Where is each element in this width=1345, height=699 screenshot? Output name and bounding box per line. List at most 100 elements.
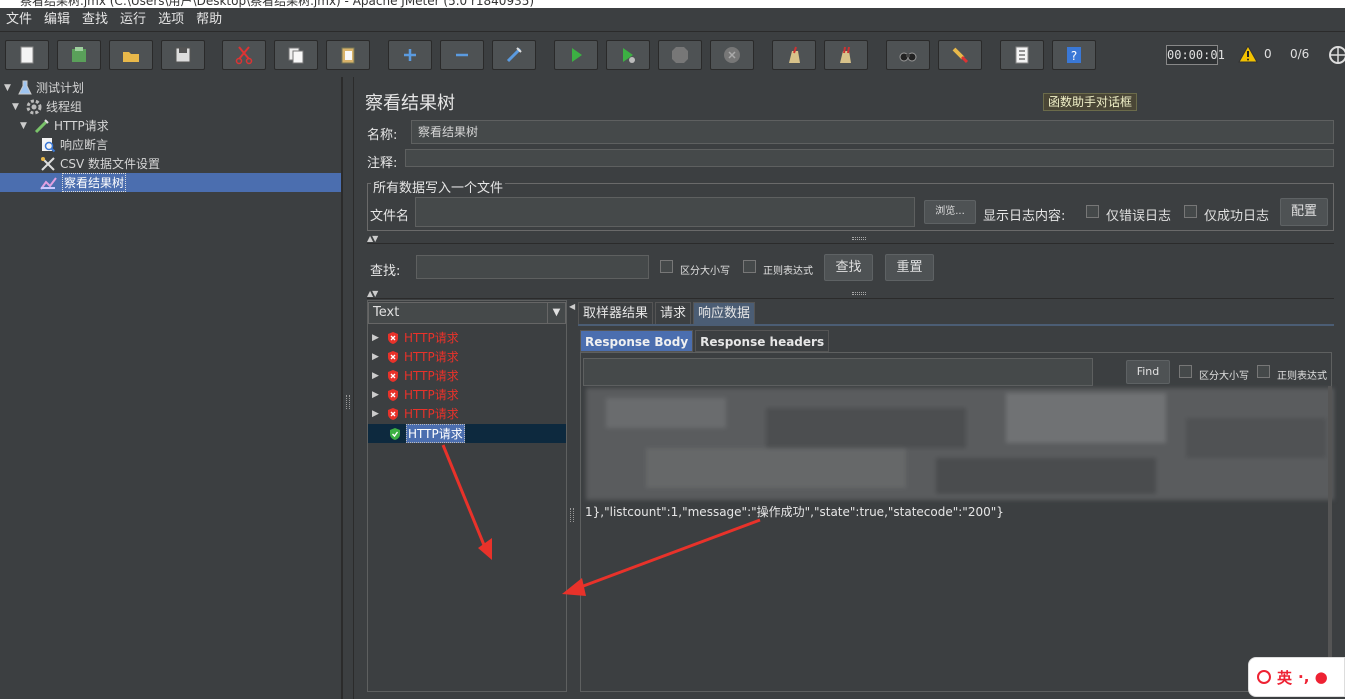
reset-search-icon xyxy=(952,47,969,64)
menu-help[interactable]: 帮助 xyxy=(190,8,228,32)
expand-arrow[interactable]: ▼ xyxy=(20,121,30,131)
tree-item-test-plan[interactable]: ▼ 测试计划 xyxy=(4,78,84,97)
success-only-checkbox[interactable] xyxy=(1184,205,1197,218)
results-splitter[interactable] xyxy=(567,300,577,692)
search-button[interactable] xyxy=(886,40,930,70)
collapse-all-button[interactable] xyxy=(440,40,484,70)
response-subtabs: Response Body Response headers xyxy=(580,330,831,352)
expand-arrow[interactable]: ▶ xyxy=(372,390,382,400)
tree-item-csv-data-set[interactable]: CSV 数据文件设置 xyxy=(40,154,160,173)
save-icon xyxy=(175,47,191,63)
result-item[interactable]: ▶ HTTP请求 xyxy=(372,347,459,366)
expand-arrow[interactable]: ▶ xyxy=(372,352,382,362)
panel-title: 察看结果树 xyxy=(365,93,455,114)
start-button[interactable] xyxy=(554,40,598,70)
response-regex-label: 正则表达式 xyxy=(1277,371,1327,382)
name-input[interactable]: 察看结果树 xyxy=(411,120,1334,144)
tab-response-headers[interactable]: Response headers xyxy=(695,330,830,352)
stop-button[interactable] xyxy=(658,40,702,70)
dropdown-arrow-icon[interactable]: ▼ xyxy=(547,303,565,323)
expand-all-button[interactable] xyxy=(388,40,432,70)
function-helper-button[interactable] xyxy=(1000,40,1044,70)
result-item-selected[interactable]: HTTP请求 xyxy=(368,424,566,443)
clear-all-button[interactable] xyxy=(824,40,868,70)
svg-text:?: ? xyxy=(1071,49,1077,63)
tab-request[interactable]: 请求 xyxy=(655,302,692,324)
search-case-checkbox[interactable] xyxy=(660,260,673,273)
splitter-grip xyxy=(570,508,574,522)
expand-arrow[interactable]: ▼ xyxy=(12,102,22,112)
warning-indicator[interactable]: 0 xyxy=(1238,45,1272,63)
menu-file[interactable]: 文件 xyxy=(0,8,38,32)
menu-run[interactable]: 运行 xyxy=(114,8,152,32)
expand-icon xyxy=(404,49,416,61)
save-button[interactable] xyxy=(161,40,205,70)
tab-response-data[interactable]: 响应数据 xyxy=(693,302,756,324)
templates-button[interactable] xyxy=(57,40,101,70)
copy-icon xyxy=(288,47,304,64)
result-item[interactable]: ▶ HTTP请求 xyxy=(372,385,459,404)
menu-search[interactable]: 查找 xyxy=(76,8,114,32)
browse-button[interactable]: 浏览... xyxy=(924,200,976,224)
tree-item-view-results-tree[interactable]: 察看结果树 xyxy=(0,173,341,192)
menu-options[interactable]: 选项 xyxy=(152,8,190,32)
cut-button[interactable] xyxy=(222,40,266,70)
result-item[interactable]: ▶ HTTP请求 xyxy=(372,328,459,347)
search-case-label: 区分大小写 xyxy=(680,266,730,277)
open-icon xyxy=(123,52,139,62)
response-regex-checkbox[interactable] xyxy=(1257,365,1270,378)
stop-icon xyxy=(672,47,688,63)
reset-search-button[interactable] xyxy=(938,40,982,70)
menu-edit[interactable]: 编辑 xyxy=(38,8,76,32)
find-button[interactable]: 查找 xyxy=(824,254,873,281)
result-item[interactable]: ▶ HTTP请求 xyxy=(372,404,459,423)
search-input[interactable] xyxy=(416,255,649,279)
response-body-text: 1},"listcount":1,"message":"操作成功","state… xyxy=(585,505,1004,519)
copy-button[interactable] xyxy=(274,40,318,70)
tab-sampler-result[interactable]: 取样器结果 xyxy=(578,302,654,324)
ime-symbols[interactable]: ·, ● xyxy=(1298,668,1328,686)
search-regex-checkbox[interactable] xyxy=(743,260,756,273)
comment-input[interactable] xyxy=(405,149,1334,167)
response-find-button[interactable]: Find xyxy=(1126,360,1170,384)
response-find-input[interactable] xyxy=(583,358,1093,386)
result-item[interactable]: ▶ HTTP请求 xyxy=(372,366,459,385)
shutdown-button[interactable] xyxy=(710,40,754,70)
paste-button[interactable] xyxy=(326,40,370,70)
help-button[interactable]: ? xyxy=(1052,40,1096,70)
start-no-pauses-button[interactable] xyxy=(606,40,650,70)
filename-label: 文件名 xyxy=(370,209,410,224)
new-button[interactable] xyxy=(5,40,49,70)
test-plan-icon xyxy=(18,80,32,94)
response-scrollbar[interactable] xyxy=(1328,386,1332,691)
cut-icon xyxy=(235,46,253,65)
expand-arrow[interactable]: ▶ xyxy=(372,333,382,343)
log-display-label: 显示日志内容: xyxy=(983,209,1066,224)
renderer-select[interactable]: Text ▼ xyxy=(368,302,566,324)
menu-bar: 文件 编辑 查找 运行 选项 帮助 xyxy=(0,8,1345,32)
tree-item-response-assertion[interactable]: 响应断言 xyxy=(40,135,108,154)
main-splitter[interactable] xyxy=(342,77,354,699)
expand-arrow[interactable]: ▶ xyxy=(372,409,382,419)
tab-response-body[interactable]: Response Body xyxy=(580,330,694,352)
function-helper-icon xyxy=(1015,46,1029,64)
configure-button[interactable]: 配置 xyxy=(1280,198,1328,226)
search-label: 查找: xyxy=(370,264,401,279)
open-button[interactable] xyxy=(109,40,153,70)
errors-only-checkbox[interactable] xyxy=(1086,205,1099,218)
tree-item-http-request[interactable]: ▼ HTTP请求 xyxy=(20,116,109,135)
ime-language[interactable]: 英 xyxy=(1277,667,1292,688)
response-case-checkbox[interactable] xyxy=(1179,365,1192,378)
clear-button[interactable] xyxy=(772,40,816,70)
remote-globe-icon[interactable] xyxy=(1328,45,1345,65)
expand-arrow[interactable]: ▼ xyxy=(4,83,14,93)
collapse-arrows[interactable]: ▲▼ xyxy=(367,234,378,243)
toggle-button[interactable] xyxy=(492,40,536,70)
tree-item-thread-group[interactable]: ▼ 线程组 xyxy=(12,97,82,116)
collapse-left-arrow[interactable]: ◀ xyxy=(569,302,575,311)
ime-toolbar[interactable]: 英 ·, ● xyxy=(1248,657,1345,697)
filename-input[interactable] xyxy=(415,197,915,227)
collapse-arrows[interactable]: ▲▼ xyxy=(367,289,378,298)
reset-button[interactable]: 重置 xyxy=(885,254,934,281)
expand-arrow[interactable]: ▶ xyxy=(372,371,382,381)
